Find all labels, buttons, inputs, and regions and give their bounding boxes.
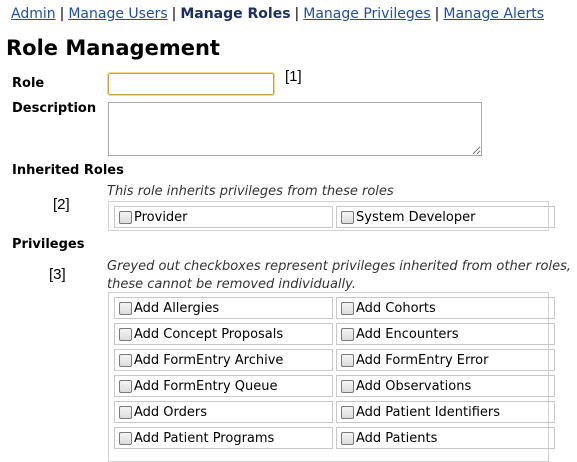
privileges-label: Privileges <box>12 237 85 252</box>
privilege-label: Add Concept Proposals <box>134 326 284 342</box>
privilege-option[interactable]: Add Observations <box>336 375 555 397</box>
admin-nav: Admin | Manage Users | Manage Roles | Manage P… <box>11 6 544 22</box>
nav-current-manage-roles: Manage Roles <box>180 6 291 22</box>
role-label: Role <box>12 76 45 91</box>
privilege-option[interactable]: Add Cohorts <box>336 297 555 319</box>
inherited-role-checkbox[interactable] <box>341 210 354 224</box>
inherited-role-option[interactable]: Provider <box>114 206 333 228</box>
nav-link-manage-privileges[interactable]: Manage Privileges <box>303 6 430 22</box>
privilege-label: Add Patient Identifiers <box>356 404 501 420</box>
privilege-label: Add FormEntry Queue <box>134 378 278 394</box>
privilege-option[interactable]: Add FormEntry Error <box>336 349 555 371</box>
privilege-checkbox[interactable] <box>341 379 354 393</box>
inherited-role-label: System Developer <box>356 209 476 225</box>
privilege-label: Add Patient Programs <box>134 430 275 446</box>
privilege-option[interactable]: Add Concept Proposals <box>114 323 333 345</box>
privilege-label: Add Encounters <box>356 326 459 342</box>
page-title: Role Management <box>6 36 220 60</box>
nav-separator: | <box>59 6 65 22</box>
privilege-checkbox[interactable] <box>119 405 132 419</box>
privileges-note: Greyed out checkboxes represent privileg… <box>107 259 572 292</box>
privilege-label: Add Allergies <box>134 300 220 316</box>
privilege-checkbox[interactable] <box>341 327 354 341</box>
privilege-checkbox[interactable] <box>341 301 354 315</box>
marker-3: [3] <box>49 266 66 283</box>
privilege-option[interactable]: Add Patient Identifiers <box>336 401 555 423</box>
nav-link-admin[interactable]: Admin <box>11 6 56 22</box>
nav-separator: | <box>171 6 177 22</box>
nav-link-manage-users[interactable]: Manage Users <box>68 6 167 22</box>
nav-separator: | <box>434 6 440 22</box>
privilege-label: Add Orders <box>134 404 208 420</box>
privileges-panel: Add Allergies Add Cohorts Add Concept Prop… <box>108 292 555 462</box>
privilege-option[interactable]: Add Encounters <box>336 323 555 345</box>
privilege-checkbox[interactable] <box>119 379 132 393</box>
privilege-checkbox[interactable] <box>119 353 132 367</box>
privilege-option[interactable]: Add Allergies <box>114 297 333 319</box>
privilege-checkbox[interactable] <box>341 431 354 445</box>
privilege-checkbox[interactable] <box>341 353 354 367</box>
privilege-checkbox[interactable] <box>341 405 354 419</box>
privilege-label: Add FormEntry Archive <box>134 352 284 368</box>
nav-link-manage-alerts[interactable]: Manage Alerts <box>443 6 544 22</box>
privilege-option[interactable]: Add FormEntry Queue <box>114 375 333 397</box>
description-label: Description <box>12 101 97 116</box>
privilege-label: Add FormEntry Error <box>356 352 489 368</box>
privilege-option[interactable]: Add Patients <box>336 427 555 449</box>
inherited-roles-label: Inherited Roles <box>12 163 124 178</box>
inherited-role-option[interactable]: System Developer <box>336 206 555 228</box>
inherited-role-checkbox[interactable] <box>119 210 132 224</box>
privilege-label: Add Observations <box>356 378 472 394</box>
inherited-roles-note: This role inherits privileges from these… <box>107 184 394 199</box>
privilege-label: Add Patients <box>356 430 438 446</box>
description-textarea[interactable] <box>108 102 482 156</box>
inherited-role-label: Provider <box>134 209 188 225</box>
privilege-checkbox[interactable] <box>119 431 132 445</box>
privilege-option[interactable]: Add Orders <box>114 401 333 423</box>
role-input[interactable] <box>107 72 275 96</box>
privilege-option[interactable]: Add Patient Programs <box>114 427 333 449</box>
inherited-roles-panel: Provider System Developer <box>108 201 555 231</box>
privilege-option[interactable]: Add FormEntry Archive <box>114 349 333 371</box>
nav-separator: | <box>294 6 300 22</box>
privilege-checkbox[interactable] <box>119 301 132 315</box>
privilege-label: Add Cohorts <box>356 300 436 316</box>
privilege-checkbox[interactable] <box>119 327 132 341</box>
marker-1: [1] <box>285 68 302 85</box>
marker-2: [2] <box>53 196 70 213</box>
